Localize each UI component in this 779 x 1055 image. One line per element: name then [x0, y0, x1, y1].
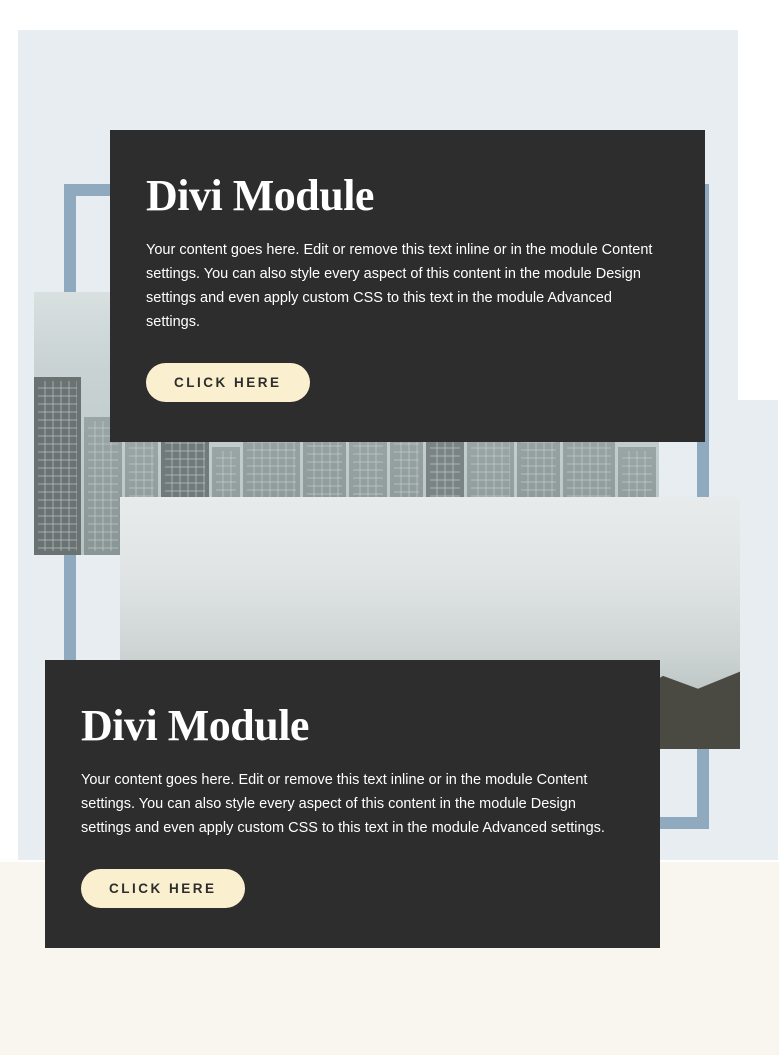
click-here-button[interactable]: CLICK HERE	[146, 363, 310, 402]
card-title: Divi Module	[81, 700, 624, 751]
card-title: Divi Module	[146, 170, 669, 221]
cta-card-top: Divi Module Your content goes here. Edit…	[110, 130, 705, 442]
card-body-text: Your content goes here. Edit or remove t…	[146, 239, 669, 335]
click-here-button[interactable]: CLICK HERE	[81, 869, 245, 908]
cta-card-bottom: Divi Module Your content goes here. Edit…	[45, 660, 660, 948]
card-body-text: Your content goes here. Edit or remove t…	[81, 769, 624, 841]
